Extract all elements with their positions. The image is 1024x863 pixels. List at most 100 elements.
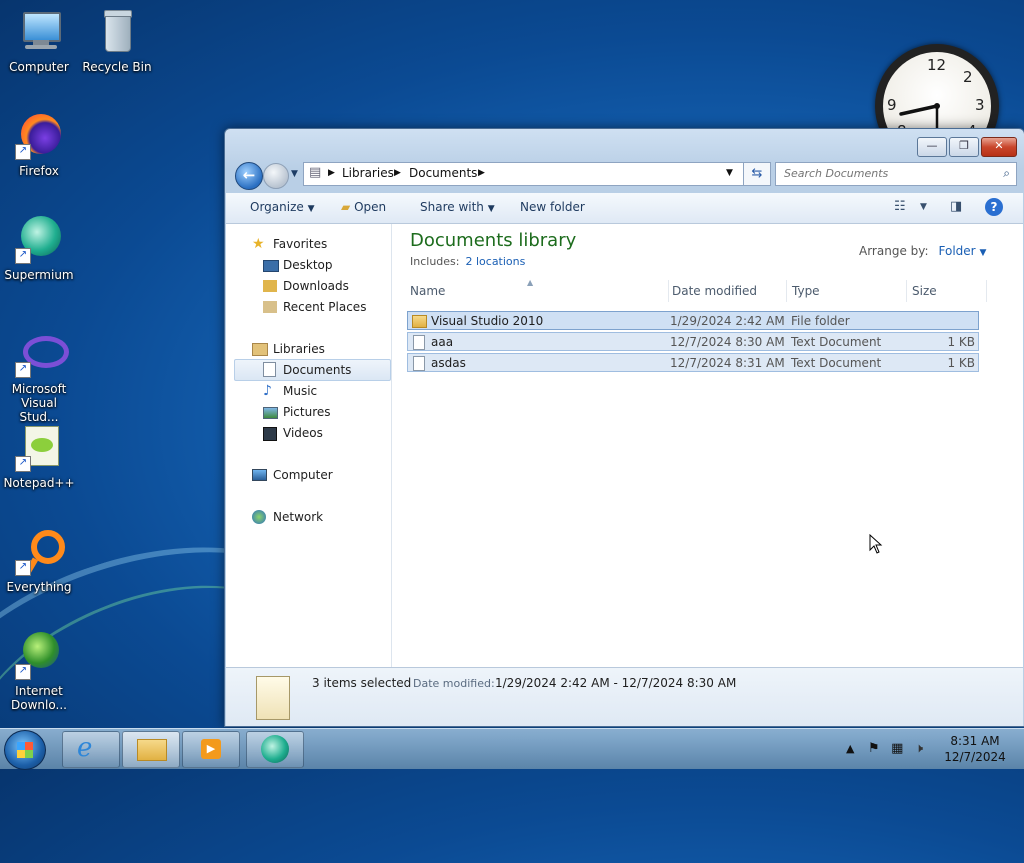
file-date: 12/7/2024 8:30 AM bbox=[670, 335, 785, 349]
nav-videos[interactable]: Videos bbox=[226, 423, 390, 443]
date-modified-label: Date modified: bbox=[413, 677, 495, 690]
supermium-icon: ↗ bbox=[15, 216, 63, 264]
everything-search-icon: ↗ bbox=[15, 528, 65, 576]
chevron-down-icon: ▼ bbox=[979, 248, 987, 258]
nav-pictures[interactable]: Pictures bbox=[226, 402, 390, 422]
search-icon: ⌕ bbox=[1003, 166, 1010, 180]
minimize-button[interactable]: — bbox=[917, 137, 947, 157]
arrange-by-dropdown[interactable]: Folder ▼ bbox=[939, 244, 987, 258]
nav-label: Music bbox=[283, 384, 318, 398]
windows-logo-icon bbox=[17, 742, 33, 758]
organize-button[interactable]: Organize ▼ bbox=[250, 200, 315, 214]
desktop-icon-computer[interactable]: Computer bbox=[2, 8, 76, 74]
chevron-down-icon[interactable]: ▼ bbox=[920, 202, 927, 212]
breadcrumb-documents[interactable]: Documents bbox=[409, 166, 477, 180]
media-player-icon: ▶ bbox=[201, 739, 221, 759]
libraries-icon bbox=[252, 343, 268, 356]
file-date: 12/7/2024 8:31 AM bbox=[670, 356, 785, 370]
desktop-icon-internet-download-manager[interactable]: ↗ Internet Downlo... bbox=[2, 632, 76, 712]
nav-recent-places[interactable]: Recent Places bbox=[226, 297, 390, 317]
share-with-button[interactable]: Share with ▼ bbox=[420, 200, 495, 214]
address-history-dropdown[interactable]: ▼ bbox=[726, 168, 733, 178]
action-center-flag-icon[interactable]: ⚑ bbox=[868, 741, 880, 756]
desktop-icon-everything[interactable]: ↗ Everything bbox=[2, 528, 76, 594]
show-hidden-icons-button[interactable]: ▲ bbox=[846, 742, 854, 755]
internet-explorer-icon: e bbox=[77, 733, 93, 763]
recycle-bin-icon bbox=[93, 8, 141, 56]
volume-muted-icon[interactable]: 🕨 bbox=[915, 741, 923, 756]
nav-downloads[interactable]: Downloads bbox=[226, 276, 390, 296]
desktop-icon-firefox[interactable]: ↗ Firefox bbox=[2, 112, 76, 178]
taskbar-supermium[interactable] bbox=[246, 731, 304, 768]
desktop-icon-visual-studio[interactable]: ↗ Microsoft Visual Stud... bbox=[2, 330, 76, 424]
nav-computer[interactable]: Computer bbox=[226, 465, 390, 485]
file-type: File folder bbox=[791, 314, 850, 328]
nav-desktop[interactable]: Desktop bbox=[226, 255, 390, 275]
recent-pages-dropdown[interactable]: ▼ bbox=[291, 169, 298, 179]
breadcrumb-chevron-icon[interactable]: ▶ bbox=[478, 168, 485, 178]
desktop-icon-supermium[interactable]: ↗ Supermium bbox=[2, 216, 76, 282]
breadcrumb-libraries[interactable]: Libraries bbox=[342, 166, 394, 180]
library-title: Documents library bbox=[410, 230, 577, 251]
column-header-date-modified[interactable]: Date modified bbox=[668, 280, 787, 302]
search-box[interactable]: ⌕ bbox=[775, 162, 1017, 186]
nav-documents[interactable]: Documents bbox=[234, 359, 391, 381]
shortcut-arrow-icon: ↗ bbox=[15, 248, 31, 264]
start-button[interactable] bbox=[4, 730, 46, 770]
taskbar-media-player[interactable]: ▶ bbox=[182, 731, 240, 768]
nav-label: Pictures bbox=[283, 405, 331, 419]
desktop-icon-notepad-plus-plus[interactable]: ↗ Notepad++ bbox=[2, 424, 76, 490]
column-header-size[interactable]: Size bbox=[908, 280, 987, 302]
file-row[interactable]: asdas 12/7/2024 8:31 AM Text Document 1 … bbox=[407, 353, 979, 372]
breadcrumb-chevron-icon[interactable]: ▶ bbox=[328, 168, 335, 178]
address-bar[interactable]: ▤ ▶ Libraries ▶ Documents ▶ ▼ bbox=[303, 162, 745, 186]
file-row[interactable]: Visual Studio 2010 1/29/2024 2:42 AM Fil… bbox=[407, 311, 979, 330]
file-name: Visual Studio 2010 bbox=[431, 314, 544, 328]
column-header-name[interactable]: Name ▲ bbox=[407, 278, 669, 302]
open-button[interactable]: ▰ Open bbox=[341, 200, 386, 214]
search-input[interactable] bbox=[782, 166, 986, 181]
taskbar-clock[interactable]: 8:31 AM 12/7/2024 bbox=[940, 733, 1010, 765]
forward-button[interactable] bbox=[263, 163, 289, 189]
date-modified-range: 1/29/2024 2:42 AM - 12/7/2024 8:30 AM bbox=[495, 676, 737, 690]
firefox-icon: ↗ bbox=[15, 112, 63, 160]
taskbar-windows-explorer[interactable] bbox=[122, 731, 180, 768]
desktop-icon-recycle-bin[interactable]: Recycle Bin bbox=[80, 8, 154, 74]
includes-label: Includes: bbox=[410, 255, 460, 268]
network-status-icon[interactable]: ▦ bbox=[891, 741, 903, 756]
mouse-cursor bbox=[869, 534, 883, 554]
close-button[interactable]: ✕ bbox=[981, 137, 1017, 157]
refresh-button[interactable]: ⇆ bbox=[743, 162, 771, 186]
arrange-by-label: Arrange by: bbox=[859, 244, 929, 258]
nav-music[interactable]: ♪ Music bbox=[226, 381, 390, 401]
view-options-icon[interactable]: ☷ bbox=[894, 199, 906, 214]
back-button[interactable]: ← bbox=[235, 162, 263, 190]
maximize-button[interactable]: ❐ bbox=[949, 137, 979, 157]
nav-favorites[interactable]: ★ Favorites bbox=[226, 234, 390, 254]
nav-label: Desktop bbox=[283, 258, 333, 272]
recent-places-icon bbox=[263, 301, 277, 313]
shortcut-arrow-icon: ↗ bbox=[15, 456, 31, 472]
breadcrumb-chevron-icon[interactable]: ▶ bbox=[394, 168, 401, 178]
explorer-window[interactable]: — ❐ ✕ ← ▼ ▤ ▶ Libraries ▶ Documents ▶ ▼ … bbox=[224, 128, 1024, 727]
column-header-type[interactable]: Type bbox=[788, 280, 907, 302]
file-name: asdas bbox=[431, 356, 466, 370]
supermium-icon bbox=[261, 735, 289, 763]
taskbar-internet-explorer[interactable]: e bbox=[62, 731, 120, 768]
share-with-label: Share with bbox=[420, 200, 484, 214]
file-date: 1/29/2024 2:42 AM bbox=[670, 314, 785, 328]
desktop-icon bbox=[263, 260, 279, 272]
content-area: ★ Favorites Desktop Downloads Recent Pla… bbox=[226, 224, 1023, 667]
new-folder-button[interactable]: New folder bbox=[520, 200, 585, 214]
nav-libraries[interactable]: Libraries bbox=[226, 339, 390, 359]
arrange-by-value: Folder bbox=[938, 244, 976, 258]
column-label: Size bbox=[912, 284, 937, 298]
help-button[interactable]: ? bbox=[985, 198, 1003, 216]
nav-network[interactable]: Network bbox=[226, 507, 390, 527]
desktop-icon-label: Supermium bbox=[4, 268, 74, 282]
preview-pane-icon[interactable]: ◨ bbox=[950, 199, 962, 214]
desktop-icon-label: Notepad++ bbox=[3, 476, 75, 490]
locations-link[interactable]: 2 locations bbox=[465, 255, 525, 268]
file-row[interactable]: aaa 12/7/2024 8:30 AM Text Document 1 KB bbox=[407, 332, 979, 351]
chevron-down-icon: ▼ bbox=[487, 204, 495, 214]
